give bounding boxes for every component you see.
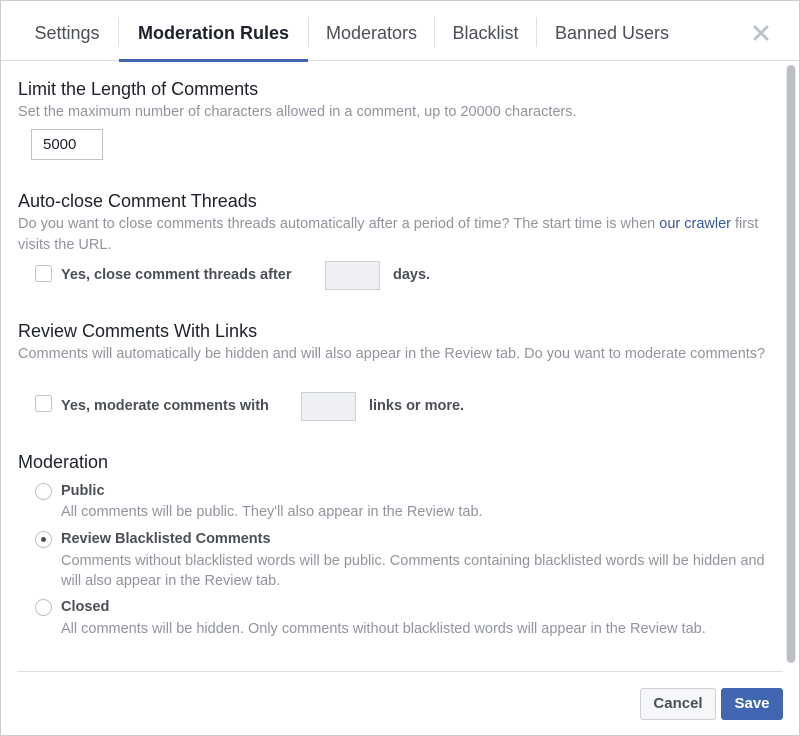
autoclose-checkbox[interactable] xyxy=(35,265,52,282)
radio-closed[interactable] xyxy=(35,599,52,616)
tab-bar: Settings Moderation Rules Moderators Bla… xyxy=(1,1,799,62)
footer-divider xyxy=(17,671,783,672)
rules-content[interactable]: Limit the Length of Comments Set the max… xyxy=(1,62,784,670)
autoclose-days-input[interactable] xyxy=(325,261,380,290)
scrollbar-thumb[interactable] xyxy=(787,65,795,663)
section-title-links: Review Comments With Links xyxy=(18,321,258,341)
radio-description-closed: All comments will be hidden. Only commen… xyxy=(61,621,706,637)
crawler-link[interactable]: our crawler xyxy=(659,216,731,232)
radio-public[interactable] xyxy=(35,483,52,500)
radio-description-review-blacklisted: Comments without blacklisted words will … xyxy=(61,553,765,589)
section-title-autoclose: Auto-close Comment Threads xyxy=(18,191,257,211)
tab-blacklist[interactable]: Blacklist xyxy=(435,1,536,61)
radio-label-public: Public xyxy=(61,483,105,499)
section-title-moderation: Moderation xyxy=(18,452,109,472)
radio-description-public: All comments will be public. They'll als… xyxy=(61,504,483,520)
autoclose-days-suffix: days. xyxy=(393,267,431,283)
moderation-dialog: Settings Moderation Rules Moderators Bla… xyxy=(0,0,800,736)
section-description-autoclose: Do you want to close comments threads au… xyxy=(18,216,759,253)
close-icon[interactable] xyxy=(749,21,773,45)
section-description-links: Comments will automatically be hidden an… xyxy=(18,346,766,362)
radio-label-closed: Closed xyxy=(61,599,110,615)
tab-banned-users[interactable]: Banned Users xyxy=(537,1,687,61)
link-count-input[interactable] xyxy=(301,392,356,421)
section-title-length: Limit the Length of Comments xyxy=(18,79,259,99)
tab-moderators[interactable]: Moderators xyxy=(309,1,434,61)
moderate-links-checkbox[interactable] xyxy=(35,395,52,412)
moderate-links-checkbox-label: Yes, moderate comments with xyxy=(61,398,269,414)
radio-review-blacklisted[interactable] xyxy=(35,531,52,548)
scrollbar[interactable] xyxy=(786,65,796,663)
cancel-button[interactable]: Cancel xyxy=(640,688,716,720)
autoclose-checkbox-label: Yes, close comment threads after xyxy=(61,267,292,283)
save-button[interactable]: Save xyxy=(721,688,783,720)
radio-label-review-blacklisted: Review Blacklisted Comments xyxy=(61,531,271,547)
section-description-length: Set the maximum number of characters all… xyxy=(18,104,577,120)
tab-moderation-rules[interactable]: Moderation Rules xyxy=(119,1,308,62)
max-length-input[interactable] xyxy=(31,129,103,160)
link-count-suffix: links or more. xyxy=(369,398,465,414)
tab-settings[interactable]: Settings xyxy=(17,1,117,61)
